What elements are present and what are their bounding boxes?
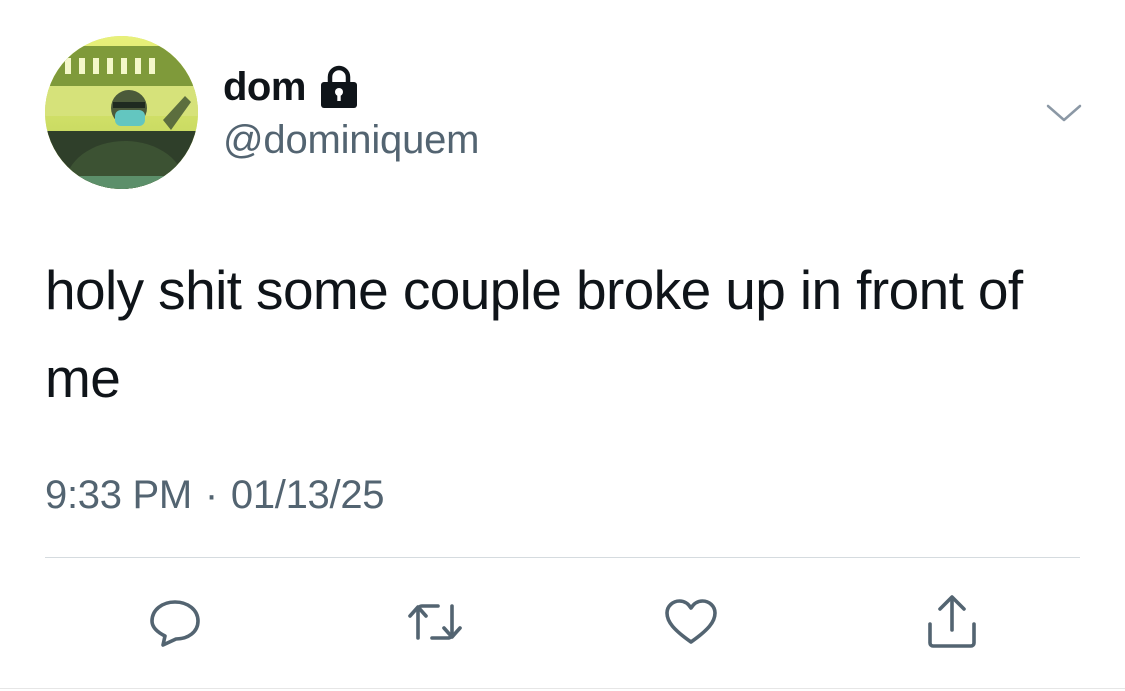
speech-bubble-icon [150, 600, 200, 647]
tweet-text: holy shit some couple broke up in front … [45, 259, 1023, 409]
retweet-icon [408, 604, 462, 640]
meta-separator: · [204, 473, 218, 517]
chevron-down-icon[interactable] [1044, 100, 1084, 126]
author-handle[interactable]: @dominiquem [223, 118, 479, 163]
bottom-divider [0, 688, 1125, 689]
tweet-date: 01/13/25 [230, 473, 385, 517]
like-button[interactable] [661, 592, 721, 652]
retweet-button[interactable] [405, 592, 465, 652]
share-button[interactable] [922, 592, 982, 652]
lock-icon [318, 65, 360, 109]
author-name-row: dom [223, 64, 360, 110]
divider [45, 557, 1080, 558]
avatar-photo [45, 36, 198, 189]
share-icon [928, 595, 976, 648]
action-bar [0, 592, 1125, 652]
tweet-timestamp[interactable]: 9:33 PM · 01/13/25 [45, 473, 385, 518]
reply-button[interactable] [145, 592, 205, 652]
display-name[interactable]: dom [223, 65, 306, 110]
tweet-time: 9:33 PM [45, 473, 192, 517]
heart-icon [665, 599, 717, 644]
avatar[interactable] [45, 36, 198, 189]
